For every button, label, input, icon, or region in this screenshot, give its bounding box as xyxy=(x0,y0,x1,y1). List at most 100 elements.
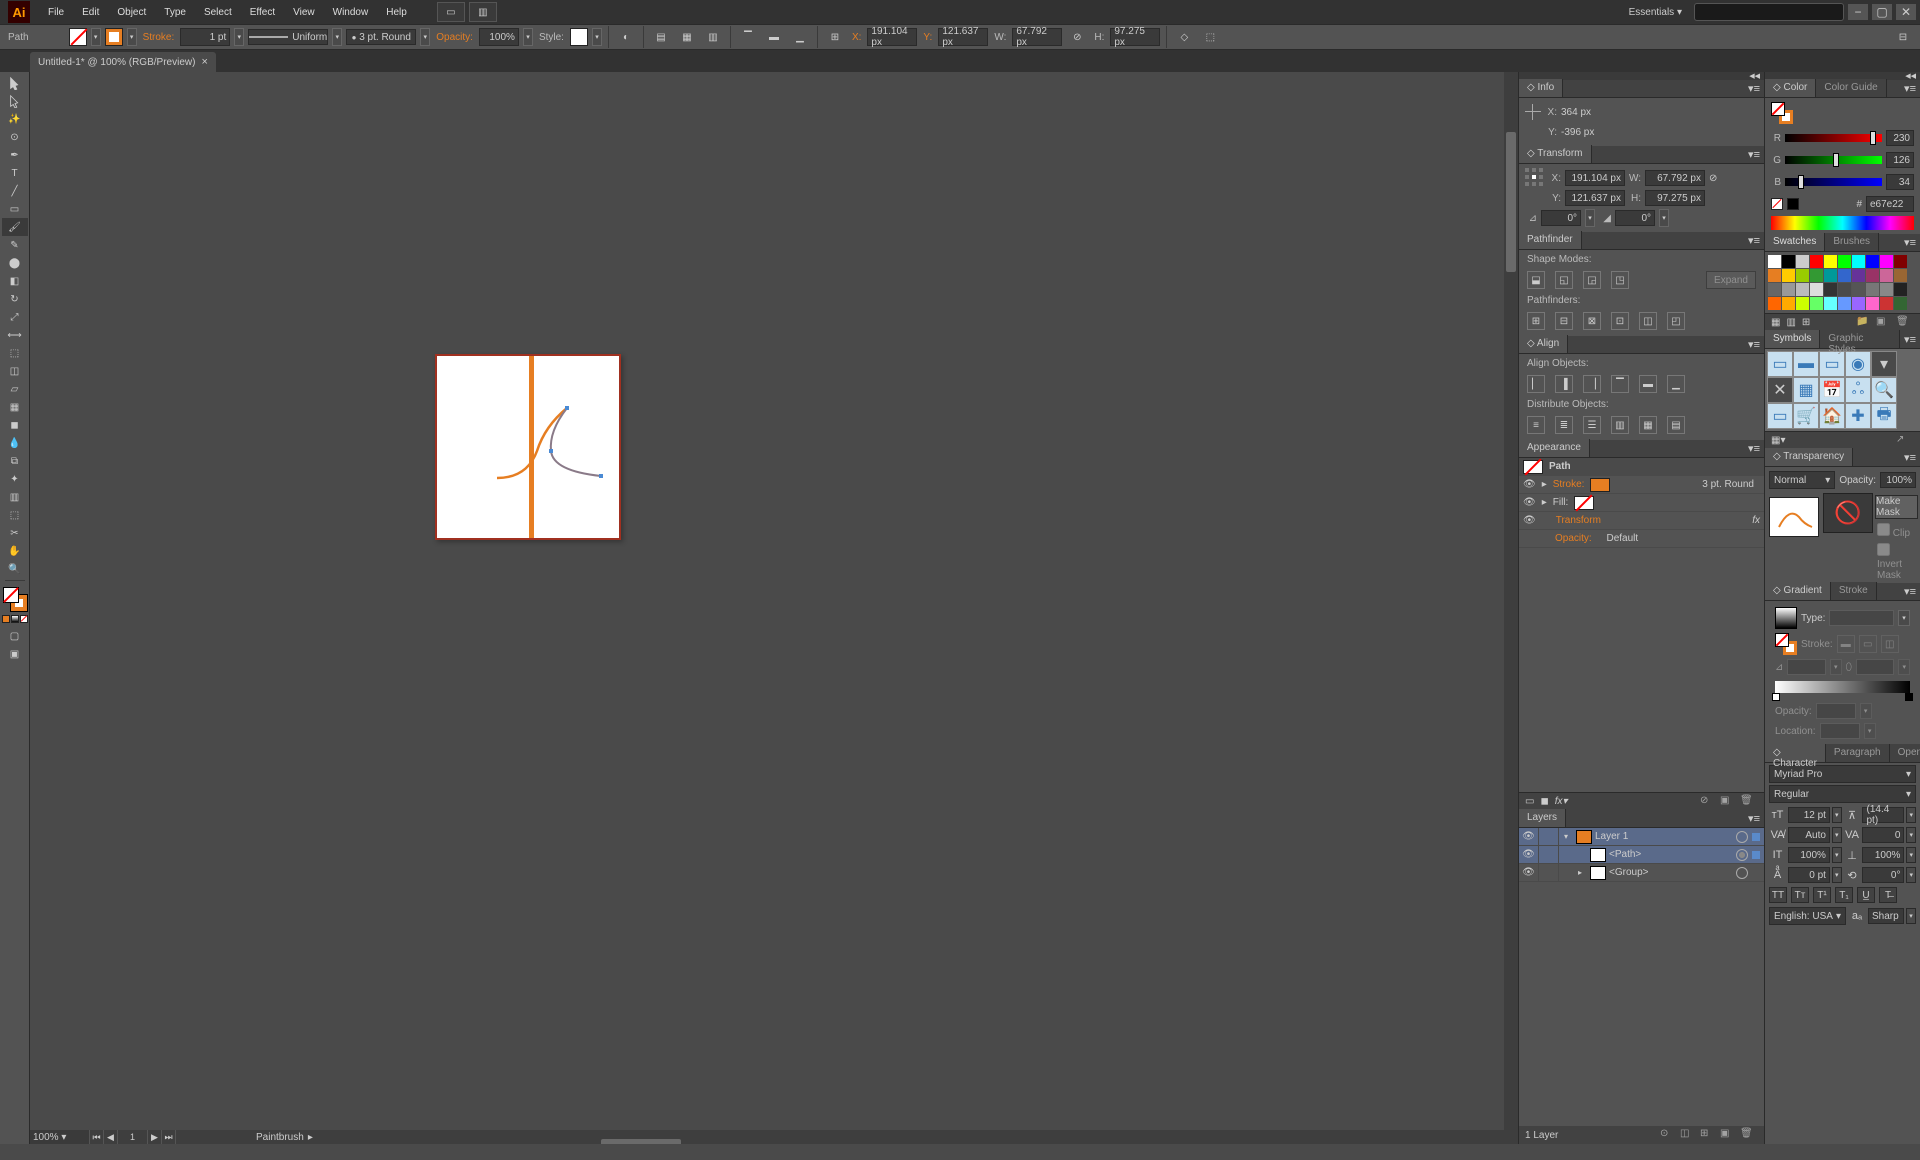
swatches-tab[interactable]: Swatches xyxy=(1765,233,1825,251)
symbol-item[interactable]: 🛒 xyxy=(1793,403,1819,429)
last-artboard-icon[interactable]: ⏭ xyxy=(162,1130,176,1144)
perspective-tool[interactable]: ▱ xyxy=(2,380,28,398)
symbol-dd-icon[interactable]: ▾ xyxy=(1871,351,1897,377)
type-tool[interactable]: T xyxy=(2,164,28,182)
dist-vcenter-icon[interactable]: ≣ xyxy=(1555,416,1573,434)
stroke-thumb[interactable] xyxy=(1590,478,1610,492)
dist-bottom-icon[interactable]: ☰ xyxy=(1583,416,1601,434)
transform-y[interactable]: 121.637 px xyxy=(1565,190,1625,206)
fill-swatch[interactable] xyxy=(69,28,87,46)
black-swatch[interactable] xyxy=(1787,198,1799,210)
transparency-menu-icon[interactable]: ▾≡ xyxy=(1900,449,1920,466)
stroke-label[interactable]: Stroke: xyxy=(141,32,177,43)
lock-icon[interactable] xyxy=(1539,828,1559,845)
minus-front-icon[interactable]: ◱ xyxy=(1555,271,1573,289)
char-rotation[interactable]: 0° xyxy=(1862,867,1904,883)
h-input[interactable]: 97.275 px xyxy=(1110,28,1160,46)
swatch[interactable] xyxy=(1824,297,1837,310)
free-transform-tool[interactable]: ⬚ xyxy=(2,344,28,362)
layer-row-1[interactable]: 👁 ▾ Layer 1 xyxy=(1519,828,1764,846)
pathfinder-menu-icon[interactable]: ▾≡ xyxy=(1744,232,1764,249)
dist-top-icon[interactable]: ≡ xyxy=(1527,416,1545,434)
brush-definition[interactable]: ● 3 pt. Round xyxy=(346,29,416,45)
menu-object[interactable]: Object xyxy=(109,3,154,22)
swatch[interactable] xyxy=(1866,283,1879,296)
swatch[interactable] xyxy=(1824,255,1837,268)
outline-icon[interactable]: ◫ xyxy=(1639,312,1657,330)
clear-appearance-icon[interactable]: ⊘ xyxy=(1700,795,1714,809)
intersect-icon[interactable]: ◲ xyxy=(1583,271,1601,289)
trans-mask[interactable]: 🚫 xyxy=(1823,493,1873,533)
rotate-dd[interactable]: ▾ xyxy=(1585,209,1595,227)
search-input[interactable] xyxy=(1694,3,1844,21)
subscript-icon[interactable]: T₁ xyxy=(1835,887,1853,903)
symbol-item[interactable]: 📅 xyxy=(1819,377,1845,403)
stroke-profile[interactable]: Uniform xyxy=(248,29,328,45)
opacity-dd[interactable]: ▾ xyxy=(523,28,533,46)
transform-h[interactable]: 97.275 px xyxy=(1645,190,1705,206)
make-mask-button[interactable]: Make Mask xyxy=(1875,495,1918,519)
symbols-tab[interactable]: Symbols xyxy=(1765,330,1820,348)
blend-mode-dd[interactable]: Normal▾ xyxy=(1769,471,1835,489)
link-icon[interactable]: ⊘ xyxy=(1709,173,1717,184)
allcaps-icon[interactable]: TT xyxy=(1769,887,1787,903)
rotate-tool[interactable]: ↻ xyxy=(2,290,28,308)
eye-icon-3[interactable]: 👁 xyxy=(1523,515,1536,526)
symbol-item[interactable]: ▭ xyxy=(1767,351,1793,377)
swatch[interactable] xyxy=(1810,283,1823,296)
dist-hcenter-icon[interactable]: ▦ xyxy=(1639,416,1657,434)
align-right-obj-icon[interactable]: ▕ xyxy=(1583,375,1601,393)
kerning[interactable]: Auto xyxy=(1788,827,1830,843)
profile-dd[interactable]: ▾ xyxy=(332,28,342,46)
selection-tool[interactable] xyxy=(2,74,28,92)
swatch[interactable] xyxy=(1768,269,1781,282)
menu-help[interactable]: Help xyxy=(378,3,415,22)
unite-icon[interactable]: ⬓ xyxy=(1527,271,1545,289)
gradient-stroke-tab[interactable]: Stroke xyxy=(1831,582,1877,600)
blob-brush-tool[interactable]: ⬤ xyxy=(2,254,28,272)
character-tab[interactable]: ◇ Character xyxy=(1765,744,1826,762)
swatch[interactable] xyxy=(1824,269,1837,282)
gradient-menu-icon[interactable]: ▾≡ xyxy=(1900,583,1920,600)
close-tab-icon[interactable]: × xyxy=(201,56,207,68)
shape-builder-tool[interactable]: ◫ xyxy=(2,362,28,380)
stroke-weight-input[interactable]: 1 pt xyxy=(180,28,230,46)
new-stroke-icon[interactable]: ▭ xyxy=(1525,796,1534,807)
layer-name[interactable]: Layer 1 xyxy=(1595,831,1628,842)
transform-tab[interactable]: ◇ Transform xyxy=(1519,145,1592,163)
brushes-tab[interactable]: Brushes xyxy=(1825,233,1879,251)
add-effect-icon[interactable]: fx▾ xyxy=(1555,796,1568,807)
none-swatch[interactable] xyxy=(1771,198,1783,210)
make-clip-icon[interactable]: ◫ xyxy=(1680,1128,1694,1142)
eye-icon-2[interactable]: 👁 xyxy=(1523,497,1536,508)
swatch[interactable] xyxy=(1852,297,1865,310)
first-artboard-icon[interactable]: ⏮ xyxy=(90,1130,104,1144)
dist-left-icon[interactable]: ▥ xyxy=(1611,416,1629,434)
swatch[interactable] xyxy=(1852,283,1865,296)
swatch[interactable] xyxy=(1838,283,1851,296)
graphic-styles-tab[interactable]: Graphic Styles xyxy=(1820,330,1900,348)
dist-right-icon[interactable]: ▤ xyxy=(1667,416,1685,434)
swatch[interactable] xyxy=(1782,255,1795,268)
line-tool[interactable]: ╱ xyxy=(2,182,28,200)
scroll-thumb-v[interactable] xyxy=(1506,132,1516,272)
zoom-level[interactable]: 100% ▾ xyxy=(30,1130,90,1144)
target-icon-2[interactable] xyxy=(1736,849,1748,861)
superscript-icon[interactable]: T¹ xyxy=(1813,887,1831,903)
pen-tool[interactable]: ✒ xyxy=(2,146,28,164)
swatch[interactable] xyxy=(1852,269,1865,282)
brush-dd[interactable]: ▾ xyxy=(420,28,430,46)
panel-toggle-icon[interactable]: ⊟ xyxy=(1892,26,1914,48)
antialiasing[interactable]: Sharp xyxy=(1868,908,1904,924)
visibility-icon-2[interactable]: 👁 xyxy=(1519,846,1539,863)
layout-icon[interactable]: ▭ xyxy=(437,2,465,22)
align-menu-icon[interactable]: ▾≡ xyxy=(1744,336,1764,353)
hscale[interactable]: 100% xyxy=(1862,847,1904,863)
align-top-icon[interactable]: ▔ xyxy=(737,26,759,48)
swatch[interactable] xyxy=(1810,255,1823,268)
align-top-obj-icon[interactable]: ▔ xyxy=(1611,375,1629,393)
swatch[interactable] xyxy=(1824,283,1837,296)
new-group-icon[interactable]: 📁 xyxy=(1856,316,1870,330)
r-value[interactable]: 230 xyxy=(1886,130,1914,146)
symbol-sprayer-tool[interactable]: ✦ xyxy=(2,470,28,488)
